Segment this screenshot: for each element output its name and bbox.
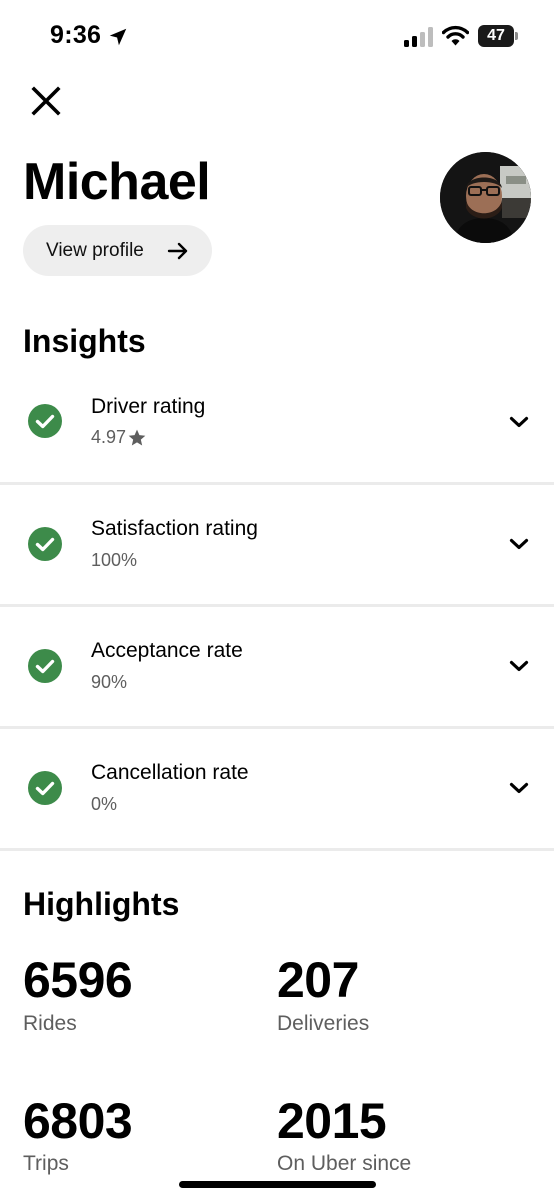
close-icon[interactable] xyxy=(28,83,64,119)
stat-rides-value: 6596 xyxy=(23,952,133,1008)
insight-value: 4.97 xyxy=(91,427,147,448)
stat-rides-label: Rides xyxy=(23,1012,77,1035)
chevron-down-icon[interactable] xyxy=(509,659,529,673)
chevron-down-icon[interactable] xyxy=(509,781,529,795)
view-profile-label: View profile xyxy=(46,239,144,261)
star-icon xyxy=(128,429,146,445)
insight-label: Cancellation rate xyxy=(91,761,249,784)
insight-label: Acceptance rate xyxy=(91,639,243,662)
check-circle-icon xyxy=(28,404,62,438)
rating-value: 4.97 xyxy=(91,427,127,447)
battery-icon: 47 xyxy=(478,25,518,47)
insight-value: 90% xyxy=(91,672,128,692)
highlights-title: Highlights xyxy=(23,886,180,922)
insight-value: 100% xyxy=(91,550,138,570)
location-arrow-icon xyxy=(109,28,127,46)
insights-title: Insights xyxy=(23,323,146,359)
check-circle-icon xyxy=(28,771,62,805)
insight-row-satisfaction-rating[interactable]: Satisfaction rating 100% xyxy=(0,484,554,606)
chevron-down-icon[interactable] xyxy=(509,415,529,429)
status-time: 9:36 xyxy=(50,21,102,49)
driver-profile-screen: 9:36 47 Michael View profile Insights Dr… xyxy=(0,0,554,1200)
insight-label: Satisfaction rating xyxy=(91,517,258,540)
home-indicator[interactable] xyxy=(179,1181,376,1188)
stat-trips-value: 6803 xyxy=(23,1093,133,1149)
cellular-signal-icon xyxy=(404,27,433,47)
battery-cap xyxy=(515,32,518,40)
insight-row-cancellation-rate[interactable]: Cancellation rate 0% xyxy=(0,728,554,850)
insight-row-acceptance-rate[interactable]: Acceptance rate 90% xyxy=(0,606,554,728)
battery-level: 47 xyxy=(478,25,514,47)
check-circle-icon xyxy=(28,527,62,561)
insight-value: 0% xyxy=(91,794,118,814)
stat-deliveries-value: 207 xyxy=(277,952,359,1008)
chevron-down-icon[interactable] xyxy=(509,537,529,551)
stat-on-uber-since-value: 2015 xyxy=(277,1093,387,1149)
arrow-right-icon xyxy=(167,242,188,260)
stat-trips-label: Trips xyxy=(23,1152,69,1175)
stat-deliveries-label: Deliveries xyxy=(277,1012,370,1035)
stat-on-uber-since-label: On Uber since xyxy=(277,1152,412,1175)
view-profile-button[interactable]: View profile xyxy=(23,225,212,276)
insight-label: Driver rating xyxy=(91,395,206,418)
avatar-photo xyxy=(440,152,531,243)
avatar[interactable] xyxy=(440,152,531,243)
insight-row-driver-rating[interactable]: Driver rating 4.97 xyxy=(0,362,554,484)
wifi-icon xyxy=(442,25,469,46)
check-circle-icon xyxy=(28,649,62,683)
status-bar: 9:36 47 xyxy=(0,0,554,72)
driver-name: Michael xyxy=(23,153,211,211)
divider xyxy=(0,848,554,851)
